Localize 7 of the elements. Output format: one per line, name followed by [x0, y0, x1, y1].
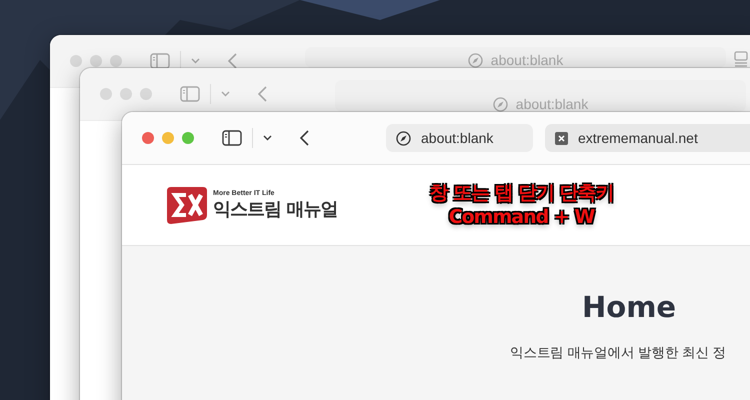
browser-tab[interactable]: about:blank — [386, 124, 533, 152]
annotation-text: 창 또는 탭 닫기 단축키 — [429, 181, 614, 205]
logo-text[interactable]: 익스트림 매뉴얼 — [213, 196, 338, 220]
browser-tab[interactable]: extrememanual.net — [545, 124, 750, 152]
annotation-text: Command + W — [448, 205, 594, 229]
page-heading: Home — [582, 290, 676, 324]
intro-text: 익스트림 매뉴얼에서 발행한 최신 정 — [510, 344, 727, 362]
